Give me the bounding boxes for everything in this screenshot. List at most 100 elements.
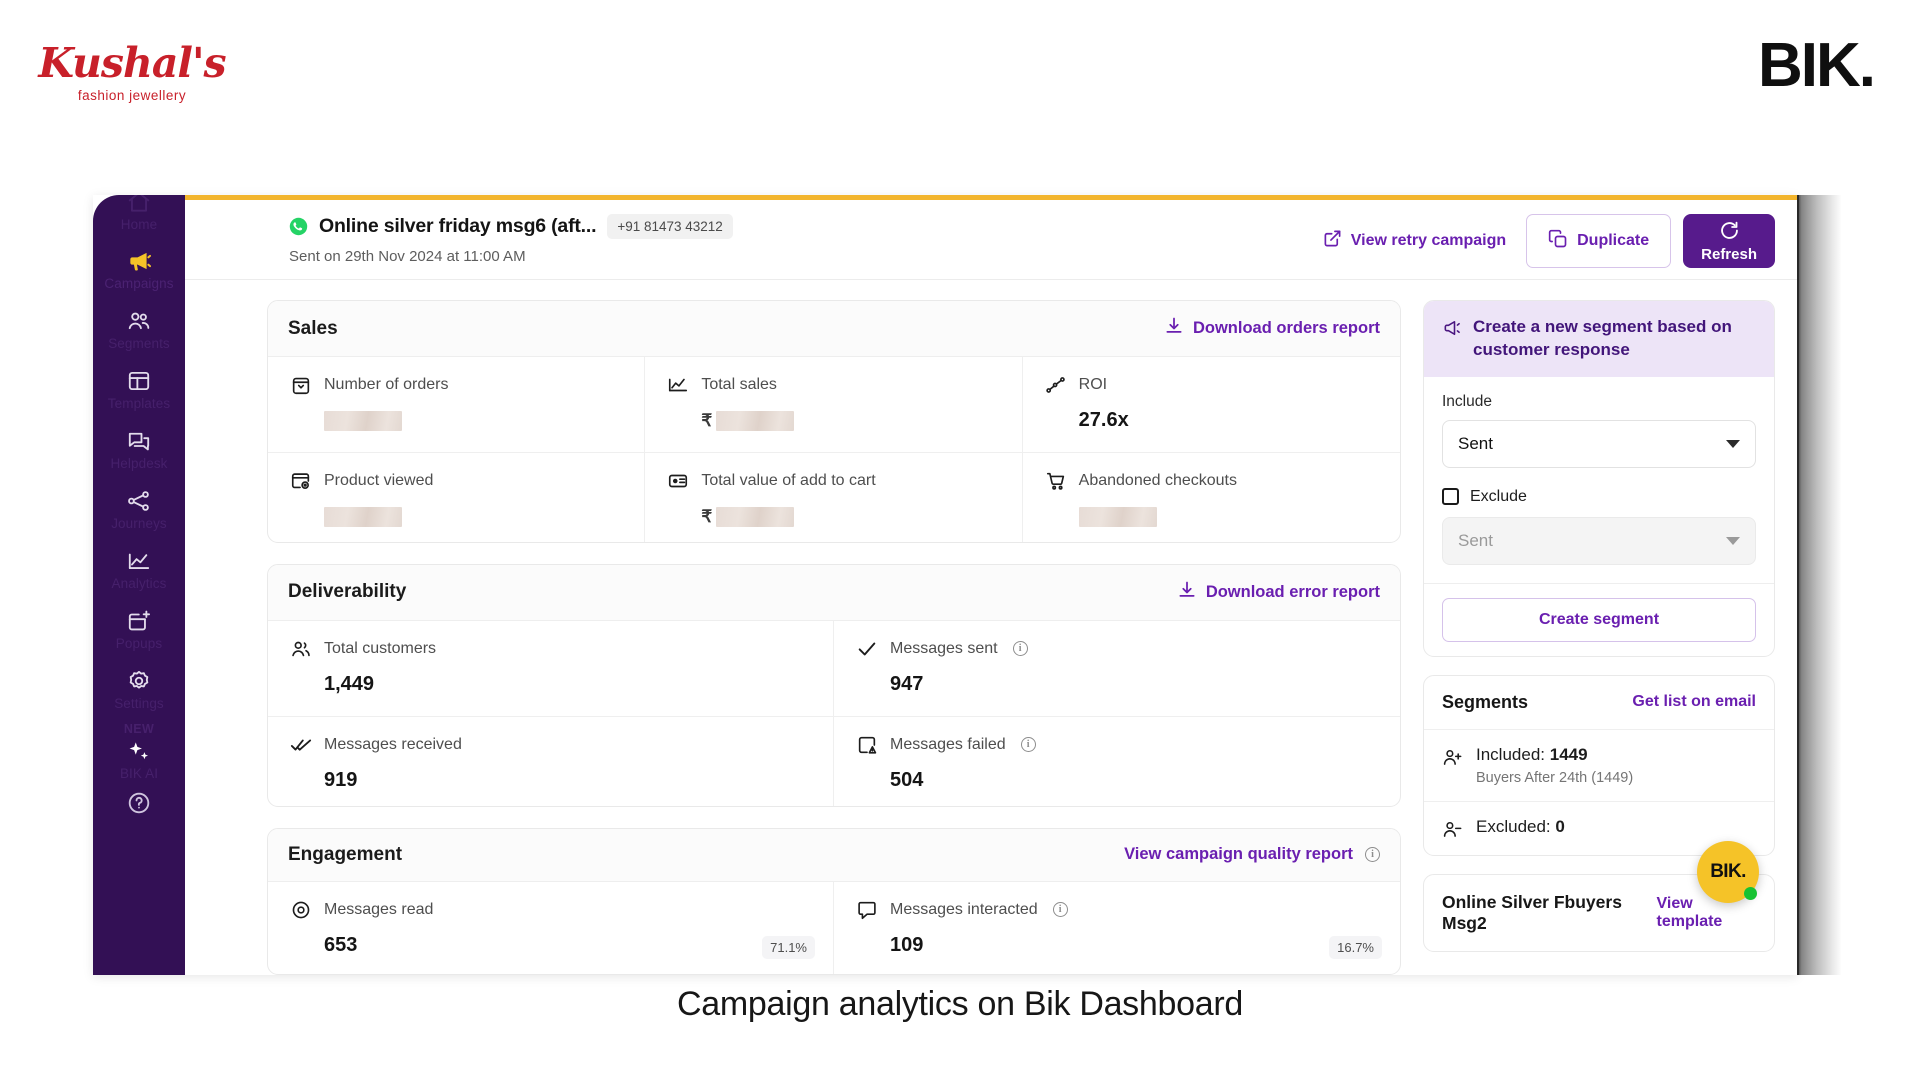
sidebar-item-label: Home xyxy=(121,217,157,232)
engagement-metric-grid: Messages read 653 71.1% Me xyxy=(268,882,1400,975)
metric-messages-received: Messages received 919 xyxy=(268,717,834,807)
info-icon[interactable]: i xyxy=(1021,737,1036,752)
double-check-icon xyxy=(290,734,312,756)
sidebar-item-bik-ai[interactable]: NEW BIK AI xyxy=(93,722,185,781)
metric-label: Number of orders xyxy=(324,376,449,394)
exclude-select: Sent xyxy=(1442,517,1756,565)
sales-title: Sales xyxy=(288,318,338,340)
sparkle-icon xyxy=(126,738,152,764)
exclude-checkbox[interactable] xyxy=(1442,488,1459,505)
sidebar-item-popups[interactable]: Popups xyxy=(93,608,185,651)
kushals-logo-tagline: fashion jewellery xyxy=(78,88,186,103)
metric-label: Messages interacted xyxy=(890,901,1038,919)
bik-chat-widget-label: BIK. xyxy=(1710,861,1746,883)
campaign-sent-info: Sent on 29th Nov 2024 at 11:00 AM xyxy=(289,248,526,265)
sidebar-item-label: Segments xyxy=(108,336,170,351)
sidebar-nav: Home Campaigns Segments xyxy=(93,195,185,975)
segments-included-main: Included: 1449 xyxy=(1476,745,1633,765)
users-icon xyxy=(126,308,152,334)
users-icon xyxy=(290,638,312,660)
sidebar-item-templates[interactable]: Templates xyxy=(93,368,185,411)
eye-icon xyxy=(290,899,312,921)
view-template-button[interactable]: View template xyxy=(1657,895,1756,931)
sidebar-item-help[interactable] xyxy=(93,790,185,816)
chat-icon xyxy=(126,428,152,454)
sidebar-item-analytics[interactable]: Analytics xyxy=(93,548,185,591)
deliverability-card: Deliverability Download error report xyxy=(267,564,1401,807)
refresh-label: Refresh xyxy=(1701,246,1757,263)
redacted-value xyxy=(716,411,794,431)
download-icon xyxy=(1177,580,1197,605)
refresh-button[interactable]: Refresh xyxy=(1683,214,1775,268)
view-campaign-quality-report-button[interactable]: View campaign quality report i xyxy=(1124,845,1380,864)
metric-product-viewed: Product viewed xyxy=(268,453,645,543)
include-select[interactable]: Sent xyxy=(1442,420,1756,468)
metric-label: Total customers xyxy=(324,640,436,658)
redacted-value xyxy=(716,507,794,527)
sidebar-item-helpdesk[interactable]: Helpdesk xyxy=(93,428,185,471)
sidebar-item-label: Popups xyxy=(116,636,162,651)
chevron-down-icon xyxy=(1726,440,1740,448)
home-icon xyxy=(126,195,152,215)
engagement-title: Engagement xyxy=(288,844,402,866)
bik-chat-widget-button[interactable]: BIK. xyxy=(1697,841,1759,903)
segments-excluded-label: Excluded: xyxy=(1476,817,1551,836)
segment-builder-body: Include Sent Exclude Sent xyxy=(1424,377,1774,583)
info-icon[interactable]: i xyxy=(1365,847,1380,862)
metric-label: Abandoned checkouts xyxy=(1079,472,1237,490)
sidebar-item-journeys[interactable]: Journeys xyxy=(93,488,185,531)
get-list-on-email-button[interactable]: Get list on email xyxy=(1632,693,1756,711)
metric-value: 109 xyxy=(890,934,1378,957)
view-retry-campaign-label: View retry campaign xyxy=(1351,232,1506,250)
metric-value: 947 xyxy=(890,673,1378,696)
sidebar-item-settings[interactable]: Settings xyxy=(93,668,185,711)
trend-icon xyxy=(1045,374,1067,396)
online-status-dot xyxy=(1744,887,1757,900)
engagement-card-header: Engagement View campaign quality report … xyxy=(268,829,1400,882)
metric-messages-sent: Messages sent i 947 xyxy=(834,621,1400,717)
copy-icon xyxy=(1548,229,1568,254)
include-select-value: Sent xyxy=(1458,434,1493,454)
cart-icon xyxy=(1045,470,1067,492)
metrics-column: Sales Download orders report xyxy=(267,300,1401,975)
bubble-icon xyxy=(856,899,878,921)
segments-card: Segments Get list on email Included: 144… xyxy=(1423,675,1775,856)
megaphone-icon xyxy=(126,248,152,274)
info-icon[interactable]: i xyxy=(1013,641,1028,656)
info-icon[interactable]: i xyxy=(1053,902,1068,917)
header-actions: View retry campaign Duplicate Refresh xyxy=(1315,214,1775,268)
rupee-symbol: ₹ xyxy=(701,411,712,430)
segments-included-sub: Buyers After 24th (1449) xyxy=(1476,770,1633,786)
sidebar-item-campaigns[interactable]: Campaigns xyxy=(93,248,185,291)
metric-value xyxy=(324,409,622,432)
megaphone-icon xyxy=(1442,318,1462,338)
sidebar-item-segments[interactable]: Segments xyxy=(93,308,185,351)
sidebar-item-label: Helpdesk xyxy=(110,456,167,471)
campaign-phone-chip: +91 81473 43212 xyxy=(607,214,732,239)
template-name: Online Silver Fbuyers Msg2 xyxy=(1442,892,1657,934)
chevron-down-icon xyxy=(1726,537,1740,545)
sales-metric-grid: Number of orders Total sales xyxy=(268,357,1400,543)
user-minus-icon xyxy=(1442,819,1463,840)
metric-value: 919 xyxy=(324,769,811,792)
download-orders-report-button[interactable]: Download orders report xyxy=(1164,316,1380,341)
metric-percent-badge: 71.1% xyxy=(762,936,815,959)
download-error-report-button[interactable]: Download error report xyxy=(1177,580,1380,605)
segments-included-label: Included: xyxy=(1476,745,1545,764)
segment-builder-card: Create a new segment based on customer r… xyxy=(1423,300,1775,657)
kushals-logo-wordmark: Kushal's xyxy=(38,43,225,84)
duplicate-button[interactable]: Duplicate xyxy=(1526,214,1671,268)
segments-included-row: Included: 1449 Buyers After 24th (1449) xyxy=(1424,730,1774,801)
redacted-value xyxy=(1079,507,1157,527)
create-segment-button[interactable]: Create segment xyxy=(1442,598,1756,642)
popup-icon xyxy=(126,608,152,634)
layout-icon xyxy=(126,368,152,394)
refresh-icon xyxy=(1719,220,1740,245)
metric-value: 1,449 xyxy=(324,673,811,696)
view-retry-campaign-button[interactable]: View retry campaign xyxy=(1315,223,1514,259)
download-error-report-label: Download error report xyxy=(1206,583,1380,602)
sidebar-item-home[interactable]: Home xyxy=(93,195,185,232)
metric-value: 27.6x xyxy=(1079,409,1378,432)
segments-included-value: 1449 xyxy=(1550,745,1588,764)
campaign-title-row: Online silver friday msg6 (aft... +91 81… xyxy=(289,214,733,239)
